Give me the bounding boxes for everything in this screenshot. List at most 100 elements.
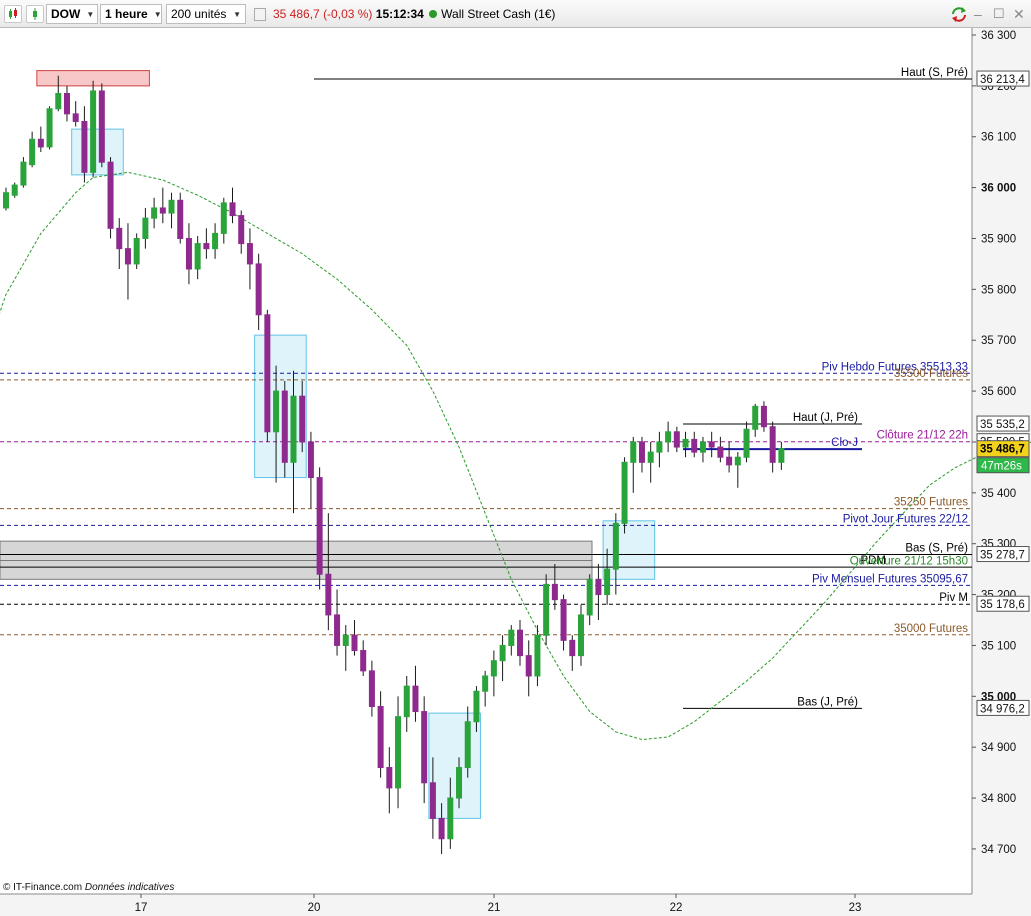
- candle-down[interactable]: [351, 634, 358, 652]
- candle-up[interactable]: [220, 202, 227, 234]
- candle-up[interactable]: [395, 716, 402, 789]
- candle-down[interactable]: [673, 431, 680, 448]
- candle-up[interactable]: [456, 767, 463, 799]
- candle-up[interactable]: [168, 199, 175, 214]
- candle-up[interactable]: [133, 237, 140, 265]
- price-chart[interactable]: Haut (S, Pré) Piv Hebdo Futures 35513,33 3…: [0, 28, 1031, 916]
- candle-up[interactable]: [29, 138, 36, 166]
- close-button[interactable]: ✕: [1013, 0, 1025, 28]
- candle-down[interactable]: [769, 426, 776, 463]
- candle-up[interactable]: [665, 431, 672, 443]
- refresh-button[interactable]: [950, 0, 968, 28]
- candle-down[interactable]: [177, 199, 184, 239]
- candle-up[interactable]: [490, 660, 497, 677]
- candle-down[interactable]: [726, 456, 733, 466]
- candle-up[interactable]: [142, 217, 149, 239]
- candle-down[interactable]: [691, 438, 698, 453]
- candle-up[interactable]: [656, 441, 663, 453]
- candle-up[interactable]: [621, 461, 628, 524]
- candle-down[interactable]: [517, 629, 524, 657]
- candle-down[interactable]: [638, 441, 645, 463]
- candle-down[interactable]: [246, 243, 253, 265]
- candle-down[interactable]: [595, 578, 602, 596]
- candle-up[interactable]: [630, 441, 637, 463]
- candle-down[interactable]: [116, 227, 123, 250]
- candle-down[interactable]: [107, 161, 114, 229]
- candle-down[interactable]: [708, 441, 715, 448]
- candle-down[interactable]: [325, 573, 332, 616]
- candle-down[interactable]: [238, 215, 245, 245]
- candle-down[interactable]: [98, 90, 105, 163]
- candle-down[interactable]: [360, 650, 367, 672]
- maximize-button[interactable]: ☐: [993, 0, 1005, 28]
- units-dropdown[interactable]: 200 unités ▼: [166, 4, 246, 24]
- candle-down[interactable]: [386, 767, 393, 789]
- chart-type-button[interactable]: [4, 5, 22, 23]
- candle-up[interactable]: [534, 634, 541, 677]
- candle-up[interactable]: [473, 690, 480, 723]
- candle-up[interactable]: [55, 93, 62, 110]
- candle-down[interactable]: [255, 263, 262, 316]
- candle-up[interactable]: [273, 390, 280, 433]
- candle-down[interactable]: [299, 395, 306, 443]
- candle-down[interactable]: [72, 113, 79, 122]
- candle-up[interactable]: [11, 184, 18, 196]
- candle-up[interactable]: [151, 207, 158, 219]
- indicator-button[interactable]: [26, 5, 44, 23]
- plot-area[interactable]: [0, 28, 972, 894]
- candle-up[interactable]: [3, 192, 9, 209]
- candle-down[interactable]: [81, 120, 88, 173]
- candle-up[interactable]: [447, 797, 454, 840]
- candle-down[interactable]: [63, 93, 70, 115]
- candle-down[interactable]: [203, 243, 210, 250]
- timeframe-dropdown[interactable]: 1 heure ▼: [100, 4, 162, 24]
- candle-down[interactable]: [569, 639, 576, 657]
- candle-up[interactable]: [752, 405, 759, 430]
- candle-down[interactable]: [368, 670, 375, 707]
- candle-down[interactable]: [264, 314, 271, 433]
- candle-up[interactable]: [212, 232, 219, 250]
- candle-down[interactable]: [717, 446, 724, 458]
- candle-down[interactable]: [334, 614, 341, 646]
- candle-down[interactable]: [307, 441, 314, 479]
- candle-up[interactable]: [403, 685, 410, 718]
- candle-up[interactable]: [699, 441, 706, 453]
- candle-up[interactable]: [508, 629, 515, 646]
- candle-up[interactable]: [612, 522, 619, 570]
- candle-down[interactable]: [421, 711, 428, 784]
- candle-down[interactable]: [429, 782, 436, 819]
- candle-down[interactable]: [159, 207, 166, 214]
- candle-up[interactable]: [482, 675, 489, 692]
- candle-down[interactable]: [37, 138, 44, 148]
- candle-up[interactable]: [194, 243, 201, 270]
- candle-down[interactable]: [560, 599, 567, 641]
- candle-up[interactable]: [342, 634, 349, 646]
- candle-up[interactable]: [46, 108, 53, 148]
- candle-up[interactable]: [586, 578, 593, 616]
- candle-down[interactable]: [229, 202, 236, 217]
- candle-down[interactable]: [412, 685, 419, 713]
- candle-up[interactable]: [499, 644, 506, 662]
- candle-down[interactable]: [124, 248, 131, 265]
- candle-down[interactable]: [760, 405, 767, 428]
- symbol-dropdown[interactable]: DOW ▼: [46, 4, 98, 24]
- candle-up[interactable]: [577, 614, 584, 657]
- candle-up[interactable]: [743, 428, 750, 458]
- candle-up[interactable]: [604, 568, 611, 596]
- candle-down[interactable]: [281, 390, 288, 463]
- candle-down[interactable]: [438, 817, 445, 840]
- candle-up[interactable]: [543, 583, 550, 636]
- candle-down[interactable]: [525, 655, 532, 677]
- candle-up[interactable]: [464, 721, 471, 769]
- candle-down[interactable]: [316, 477, 323, 575]
- chart-canvas[interactable]: Haut (S, Pré)Piv Hebdo Futures 35513,333…: [0, 28, 1031, 916]
- candle-up[interactable]: [20, 161, 27, 186]
- candle-up[interactable]: [778, 448, 785, 463]
- candle-down[interactable]: [185, 237, 192, 270]
- candle-up[interactable]: [682, 438, 689, 448]
- candle-up[interactable]: [90, 90, 97, 173]
- candle-up[interactable]: [290, 395, 297, 463]
- candle-down[interactable]: [551, 583, 558, 601]
- minimize-button[interactable]: –: [974, 0, 982, 28]
- candle-up[interactable]: [647, 451, 654, 463]
